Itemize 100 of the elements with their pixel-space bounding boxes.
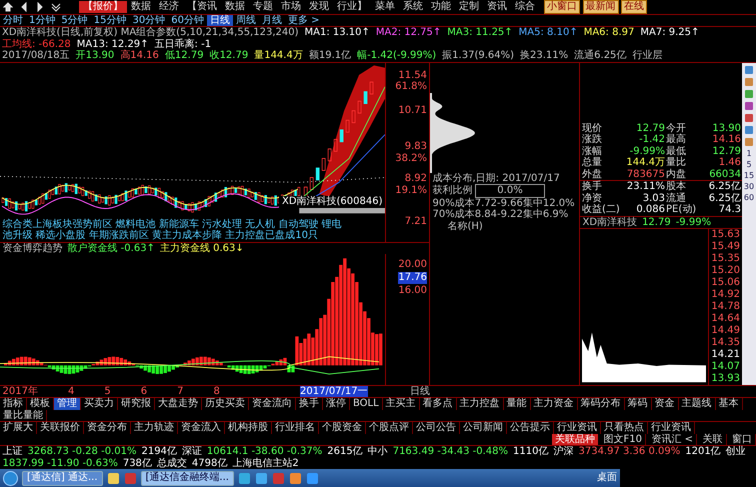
indicator-tab[interactable]: 管理 [54,398,81,410]
panel-button[interactable]: 关联 [700,434,726,445]
quote-value: 3.03 [642,192,665,204]
period-tab[interactable]: 周线 [232,14,259,26]
status-value: 10614.1 -38.60 -0.37% [206,446,322,458]
toolbar-button[interactable]: 最新闻 [582,0,618,14]
indicator-tab[interactable]: 筹码分布 [578,398,625,410]
taskbar-window[interactable]: [通达信金融终端... [140,470,234,486]
indicator-tab[interactable]: 只看热点 [601,422,648,434]
indicator-tab[interactable]: 公司新闻 [460,422,507,434]
app-icon[interactable] [106,472,120,484]
indicator-tab[interactable]: 主力控盘 [456,398,504,410]
toolbar-button[interactable]: 小窗口 [544,0,580,14]
status-value: 总成交 [156,458,187,469]
app-icon[interactable] [288,472,302,484]
app-icon[interactable] [306,472,319,484]
indicator-tab[interactable]: 个股点评 [366,422,413,434]
period-tab[interactable]: 1分钟 [26,14,58,26]
time-axis-label: 5 [104,386,111,397]
quote-value: 14.16 [711,134,741,146]
name-label: 名称(H) [446,220,484,232]
indicator-tab[interactable]: 买卖力 [81,398,118,410]
status-value: 上海电信主站2 [232,458,299,469]
cursor-date-label: 2017/07/17一 [300,386,368,397]
indicator-tab[interactable]: 机构持股 [225,422,272,434]
period-tab[interactable]: 更多 > [284,14,323,26]
bar-info-value: 收12.79 [210,50,248,62]
panel-button[interactable]: 资讯汇 < [648,434,697,445]
indicator-tab[interactable]: 涨停 [323,398,350,410]
fibonacci-label: 38.2% [395,152,427,164]
period-shortcut[interactable]: 1 [746,148,752,158]
indicator-tab[interactable]: 资金流向 [249,398,296,410]
period-tab[interactable]: 日线 [206,14,233,26]
quote-label: 内盘 [666,168,687,180]
indicator-tab[interactable]: 资金流入 [178,422,225,434]
indicator-tab[interactable]: 关联报价 [37,422,84,434]
bar-info-value: 量144.4万 [254,50,303,62]
indicator-tab[interactable]: 基本 [716,398,743,410]
indicator-tab[interactable]: 筹码 [624,398,652,410]
fibonacci-label: 61.8% [395,81,427,93]
indicator-tab[interactable]: 资金 [652,398,679,410]
indicator-tab[interactable]: 指标 [0,398,27,410]
period-tab[interactable]: 15分钟 [90,14,130,26]
status-value: 沪深 [553,446,574,458]
menu-item[interactable]: 【报价】 [79,1,127,12]
taskbar-window[interactable]: [通达信] 通达... [22,470,103,486]
indicator-tab[interactable]: BOLL [350,398,383,410]
indicator-tab[interactable]: 看多点 [420,398,457,410]
indicator-value: MA6: 8.97 [584,27,634,38]
panel-button[interactable]: 图文F10 [600,434,646,445]
desktop-label[interactable]: 桌面 [597,472,617,484]
forward-icon[interactable] [35,2,45,12]
start-icon[interactable] [3,470,18,486]
period-tab[interactable]: 5分钟 [58,14,91,26]
indicator-tab[interactable]: 主买主 [382,398,420,410]
quote-value: 12.79 [711,146,741,157]
quote-value: -1.42 [638,134,665,146]
indicator-tab[interactable]: 量比量能 [0,410,47,421]
status-value: 上证 [2,446,22,458]
price-axis-label: 13.93 [711,373,740,384]
period-shortcut[interactable]: 60 [744,193,754,202]
indicator-tab[interactable]: 换手 [296,398,323,410]
price-axis-label: 15.63 [711,229,740,240]
indicator-tab[interactable]: 主力轨迹 [131,422,178,434]
expand-icon[interactable] [51,2,61,12]
indicator-tab[interactable]: 扩展大 [0,422,37,434]
period-shortcut[interactable]: 15 [744,170,754,180]
price-axis-label: 8.92 [404,173,427,185]
indicator-tab[interactable]: 行业排名 [272,422,319,434]
indicator-tab[interactable]: 研究报 [118,398,155,410]
toolbar-button[interactable]: 在线 [621,0,647,14]
indicator-tab[interactable]: 量能 [504,398,531,410]
indicator-tab[interactable]: 主题线 [678,398,716,410]
quote-label: 净资 [582,192,603,204]
home-icon[interactable] [3,2,13,12]
indicator-tab[interactable]: 资金分布 [84,422,131,434]
related-button[interactable]: 关联品种 [552,434,598,445]
indicator-tab[interactable]: 公司公告 [413,422,460,434]
period-tab[interactable]: 60分钟 [168,14,207,26]
quote-value: 74.3 [718,204,741,216]
panel-button[interactable]: 窗口 [729,434,756,445]
period-shortcut[interactable]: 5 [746,160,752,169]
quote-label: 今开 [666,122,687,134]
period-shortcut[interactable]: 30 [744,182,754,192]
period-tab[interactable]: 分时 [0,14,26,26]
indicator-tab[interactable]: 行业资讯 [648,422,695,434]
period-tab[interactable]: 月线 [258,14,285,26]
indicator-tab[interactable]: 主力资金 [530,398,578,410]
indicator-tab[interactable]: 大盘走势 [155,398,202,410]
series-legend: 主力资金线 0.63↓ [160,242,244,254]
back-icon[interactable] [19,2,29,12]
cursor-value-label: 17.76 [398,272,427,284]
period-tab[interactable]: 30分钟 [129,14,168,26]
app-icon[interactable] [238,472,251,484]
price-axis-label: 14.35 [711,337,740,348]
stock-name: XD南洋科技 [582,216,638,228]
indicator-tab[interactable]: 历史买卖 [202,398,249,410]
price-axis-label: 14.49 [711,325,740,336]
indicator-tab[interactable]: 个股资金 [319,422,366,434]
app-icon[interactable] [254,472,268,484]
